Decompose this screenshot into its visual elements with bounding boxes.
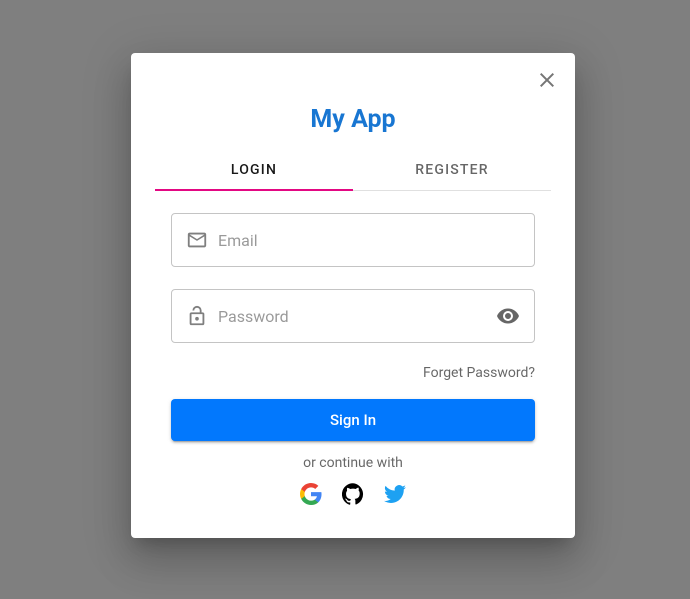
lock-icon	[186, 305, 208, 327]
tab-register-label: REGISTER	[415, 162, 489, 178]
tab-login[interactable]: LOGIN	[155, 150, 353, 190]
sign-in-button[interactable]: Sign In	[171, 399, 535, 441]
email-field[interactable]	[218, 231, 520, 250]
continue-with-label: or continue with	[171, 455, 535, 471]
email-field-box	[171, 213, 535, 267]
tab-register[interactable]: REGISTER	[353, 150, 551, 190]
password-field[interactable]	[218, 307, 496, 326]
google-login-button[interactable]	[299, 483, 323, 507]
app-title: My App	[155, 105, 551, 134]
github-login-button[interactable]	[341, 483, 365, 507]
password-field-box	[171, 289, 535, 343]
github-icon	[342, 483, 364, 508]
twitter-icon	[384, 483, 406, 508]
eye-icon[interactable]	[496, 304, 520, 328]
dialog-header	[131, 53, 575, 101]
close-icon	[535, 68, 559, 95]
dialog-content: My App LOGIN REGISTER	[131, 101, 575, 525]
tab-indicator	[155, 189, 353, 191]
login-form: Forget Password? Sign In or continue wit…	[155, 191, 551, 507]
mail-icon	[186, 229, 208, 251]
login-dialog: My App LOGIN REGISTER	[131, 53, 575, 538]
password-field-wrap	[171, 289, 535, 343]
tab-login-label: LOGIN	[231, 162, 277, 178]
social-login-row	[171, 483, 535, 507]
forgot-password-link[interactable]: Forget Password?	[171, 365, 535, 381]
google-icon	[300, 483, 322, 508]
twitter-login-button[interactable]	[383, 483, 407, 507]
close-button[interactable]	[527, 61, 567, 101]
auth-tabs: LOGIN REGISTER	[155, 150, 551, 191]
email-field-wrap	[171, 213, 535, 267]
